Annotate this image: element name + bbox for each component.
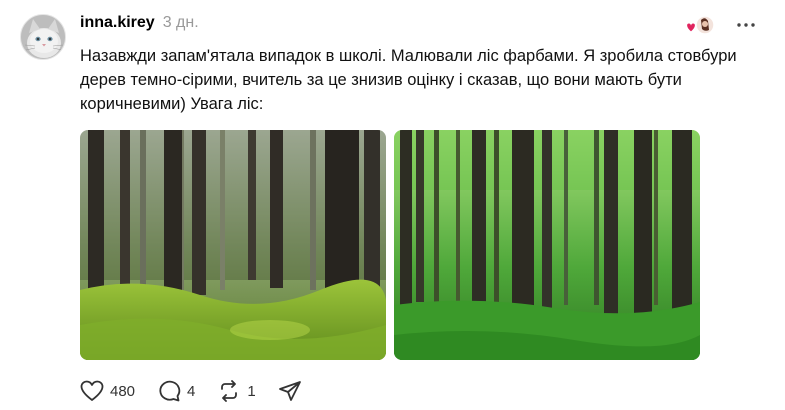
share-button[interactable] xyxy=(278,380,302,402)
avatar[interactable] xyxy=(20,14,66,60)
repost-button[interactable]: 1 xyxy=(217,380,256,402)
post-header: inna.kirey 3 дн. xyxy=(80,14,199,36)
comment-icon xyxy=(159,380,181,402)
post-text: Назавжди запам'ятала випадок в школі. Ма… xyxy=(80,47,737,113)
username[interactable]: inna.kirey xyxy=(80,14,155,32)
like-button[interactable]: 480 xyxy=(80,380,135,402)
post-actions: 480 4 1 xyxy=(80,378,324,404)
heart-icon xyxy=(80,380,104,401)
liked-by-indicator[interactable] xyxy=(684,14,716,38)
timestamp[interactable]: 3 дн. xyxy=(163,14,199,32)
share-icon xyxy=(278,381,301,401)
repost-icon xyxy=(221,380,238,402)
repost-count: 1 xyxy=(247,382,256,400)
comment-button[interactable]: 4 xyxy=(157,380,195,402)
forest-photo-1[interactable] xyxy=(80,130,386,360)
like-count: 480 xyxy=(110,382,136,400)
more-options-icon[interactable] xyxy=(735,16,757,34)
post-card: inna.kirey 3 дн. Назавжди запам'ятала ви… xyxy=(0,0,785,410)
forest-photo-2[interactable] xyxy=(394,130,700,360)
comment-count: 4 xyxy=(187,382,196,400)
heart-icon xyxy=(686,22,696,33)
